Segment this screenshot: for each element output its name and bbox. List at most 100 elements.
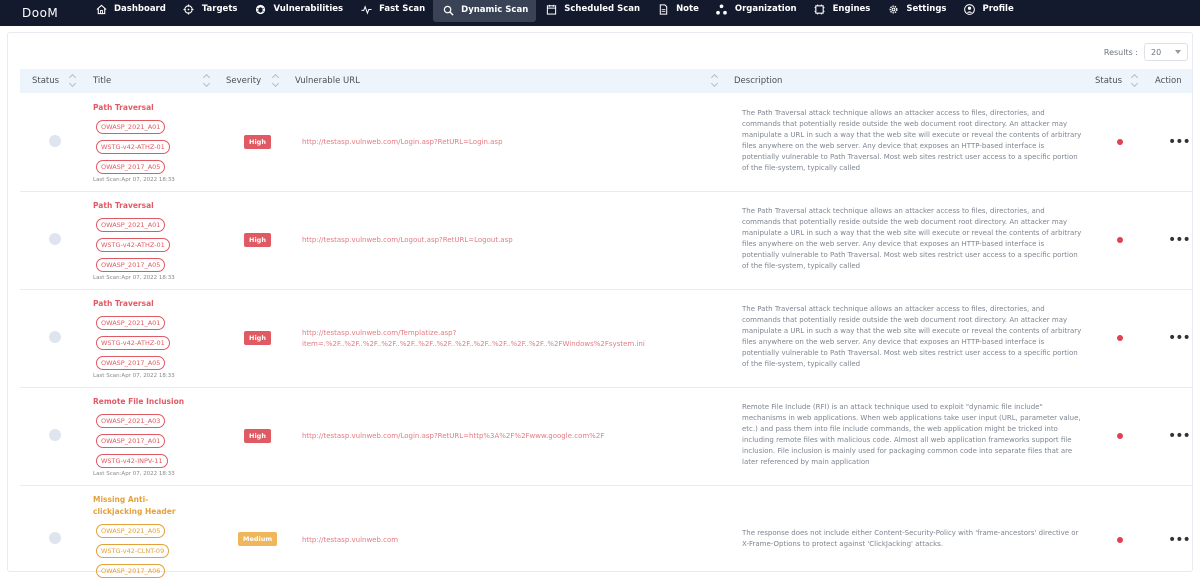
status-dot bbox=[1117, 537, 1123, 543]
user-icon bbox=[962, 3, 976, 15]
tag-badge: OWASP_2017_A05 bbox=[96, 160, 166, 174]
nav-note[interactable]: Note bbox=[648, 0, 707, 20]
severity-badge: High bbox=[244, 135, 271, 149]
vulnerable-url[interactable]: http://testasp.vulnweb.com/Templatize.as… bbox=[302, 328, 722, 350]
nav-organization[interactable]: Organization bbox=[707, 0, 805, 20]
vuln-title[interactable]: Missing Anti-clickjacking Header bbox=[93, 494, 193, 518]
tag-badge: OWASP_2017_A05 bbox=[96, 258, 166, 272]
header-action: Action bbox=[1155, 76, 1182, 86]
tag-badge: OWASP_2021_A01 bbox=[96, 120, 166, 134]
engine-icon bbox=[813, 3, 827, 15]
title-cell: Path Traversal OWASP_2021_A01 WSTG-v42-A… bbox=[93, 102, 213, 184]
search-icon bbox=[441, 4, 455, 16]
header-vulnerable-url[interactable]: Vulnerable URL bbox=[295, 69, 360, 93]
vuln-title[interactable]: Remote File Inclusion bbox=[93, 396, 213, 408]
sort-icon[interactable] bbox=[70, 75, 76, 87]
sort-icon[interactable] bbox=[273, 75, 279, 87]
more-actions-icon[interactable]: ••• bbox=[1168, 135, 1191, 149]
status-indicator[interactable] bbox=[49, 532, 61, 544]
tag-badge: OWASP_2017_A06 bbox=[96, 564, 166, 578]
tag-badge: OWASP_2017_A05 bbox=[96, 356, 166, 370]
nav-dynamic-scan[interactable]: Dynamic Scan bbox=[433, 0, 537, 22]
severity-badge: Medium bbox=[238, 532, 278, 546]
tag-badge: OWASP_2021_A05 bbox=[96, 524, 166, 538]
vulnerable-url[interactable]: http://testasp.vulnweb.com/Login.asp?Ret… bbox=[302, 431, 722, 442]
title-cell: Remote File Inclusion OWASP_2021_A03 OWA… bbox=[93, 396, 213, 478]
nav-engines[interactable]: Engines bbox=[805, 0, 879, 20]
more-actions-icon[interactable]: ••• bbox=[1168, 533, 1191, 547]
nav-vulnerabilities[interactable]: Vulnerabilities bbox=[245, 0, 351, 20]
vuln-title[interactable]: Path Traversal bbox=[93, 102, 213, 114]
description-text: The response does not include either Con… bbox=[742, 529, 1079, 548]
nav-profile[interactable]: Profile bbox=[954, 0, 1021, 20]
severity-badge: High bbox=[244, 331, 271, 345]
status-dot bbox=[1117, 433, 1123, 439]
description-text: The Path Traversal attack technique allo… bbox=[742, 207, 1082, 270]
status-indicator[interactable] bbox=[49, 429, 61, 441]
gear-icon bbox=[886, 3, 900, 15]
vuln-title[interactable]: Path Traversal bbox=[93, 200, 213, 212]
status-dot bbox=[1117, 335, 1123, 341]
table-row[interactable]: Path Traversal OWASP_2021_A01 WSTG-v42-A… bbox=[20, 192, 1192, 290]
nav-targets[interactable]: Targets bbox=[174, 0, 246, 20]
tag-badge: OWASP_2021_A01 bbox=[96, 316, 166, 330]
sort-icon[interactable] bbox=[712, 75, 718, 87]
tag-badge: OWASP_2017_A01 bbox=[96, 434, 166, 448]
nav-scheduled-scan[interactable]: Scheduled Scan bbox=[536, 0, 648, 20]
last-scan-time: Last Scan:Apr 07, 2022 18:33 bbox=[93, 177, 175, 183]
header-title[interactable]: Title bbox=[93, 69, 111, 93]
title-cell: Missing Anti-clickjacking Header OWASP_2… bbox=[93, 494, 213, 578]
nav-settings[interactable]: Settings bbox=[878, 0, 954, 20]
status-indicator[interactable] bbox=[49, 135, 61, 147]
brand-logo[interactable]: DooM bbox=[22, 6, 86, 20]
results-per-page: Results : 20 bbox=[1104, 43, 1188, 61]
last-scan-time: Last Scan:Apr 07, 2022 18:33 bbox=[93, 275, 175, 281]
results-label: Results : bbox=[1103, 47, 1138, 57]
tag-badge: OWASP_2021_A03 bbox=[96, 414, 166, 428]
header-description[interactable]: Description bbox=[734, 69, 782, 93]
tag-badge: WSTG-v42-ATHZ-01 bbox=[96, 140, 170, 154]
title-cell: Path Traversal OWASP_2021_A01 WSTG-v42-A… bbox=[93, 298, 213, 380]
more-actions-icon[interactable]: ••• bbox=[1168, 429, 1191, 443]
table-header: Status Title Severity Vulnerable URL Des… bbox=[20, 69, 1192, 93]
tag-badge: WSTG-v42-INPV-11 bbox=[96, 454, 168, 468]
note-icon bbox=[656, 3, 670, 15]
description-text: The Path Traversal attack technique allo… bbox=[742, 305, 1082, 368]
vulnerable-url[interactable]: http://testasp.vulnweb.com bbox=[302, 535, 722, 546]
last-scan-time: Last Scan:Apr 07, 2022 18:33 bbox=[93, 471, 175, 477]
header-severity[interactable]: Severity bbox=[226, 69, 261, 93]
status-indicator[interactable] bbox=[49, 233, 61, 245]
sort-icon[interactable] bbox=[204, 75, 210, 87]
table-row[interactable]: Remote File Inclusion OWASP_2021_A03 OWA… bbox=[20, 388, 1192, 486]
more-actions-icon[interactable]: ••• bbox=[1168, 331, 1191, 345]
tag-badge: WSTG-v42-ATHZ-01 bbox=[96, 336, 170, 350]
status-indicator[interactable] bbox=[49, 331, 61, 343]
description-text: The Path Traversal attack technique allo… bbox=[742, 109, 1082, 172]
table-row[interactable]: Path Traversal OWASP_2021_A01 WSTG-v42-A… bbox=[20, 290, 1192, 388]
severity-badge: High bbox=[244, 233, 271, 247]
tag-badge: WSTG-v42-ATHZ-01 bbox=[96, 238, 170, 252]
sort-icon[interactable] bbox=[1132, 75, 1138, 87]
more-actions-icon[interactable]: ••• bbox=[1168, 233, 1191, 247]
scan-results-panel: Results : 20 Status Title Severity Vulne… bbox=[7, 32, 1193, 578]
header-status[interactable]: Status bbox=[32, 69, 59, 93]
severity-badge: High bbox=[244, 429, 271, 443]
bug-icon bbox=[253, 3, 267, 15]
vuln-title[interactable]: Path Traversal bbox=[93, 298, 213, 310]
vulnerable-url[interactable]: http://testasp.vulnweb.com/Logout.asp?Re… bbox=[302, 235, 722, 246]
vulnerable-url[interactable]: http://testasp.vulnweb.com/Login.asp?Ret… bbox=[302, 137, 722, 148]
title-cell: Path Traversal OWASP_2021_A01 WSTG-v42-A… bbox=[93, 200, 213, 282]
pulse-icon bbox=[359, 3, 373, 15]
table-row[interactable]: Path Traversal OWASP_2021_A01 WSTG-v42-A… bbox=[20, 94, 1192, 192]
results-select[interactable]: 20 bbox=[1144, 43, 1188, 61]
header-status-2[interactable]: Status bbox=[1095, 69, 1122, 93]
tag-badge: OWASP_2021_A01 bbox=[96, 218, 166, 232]
status-dot bbox=[1117, 139, 1123, 145]
last-scan-time: Last Scan:Apr 07, 2022 18:33 bbox=[93, 373, 175, 379]
tag-badge: WSTG-v42-CLNT-09 bbox=[96, 544, 170, 558]
top-navbar: DooM Dashboard Targets Vulnerabilities F… bbox=[0, 0, 1200, 26]
nav-dashboard[interactable]: Dashboard bbox=[86, 0, 174, 20]
table-row[interactable]: Missing Anti-clickjacking Header OWASP_2… bbox=[20, 486, 1192, 578]
crosshair-icon bbox=[182, 3, 196, 15]
nav-fast-scan[interactable]: Fast Scan bbox=[351, 0, 433, 20]
